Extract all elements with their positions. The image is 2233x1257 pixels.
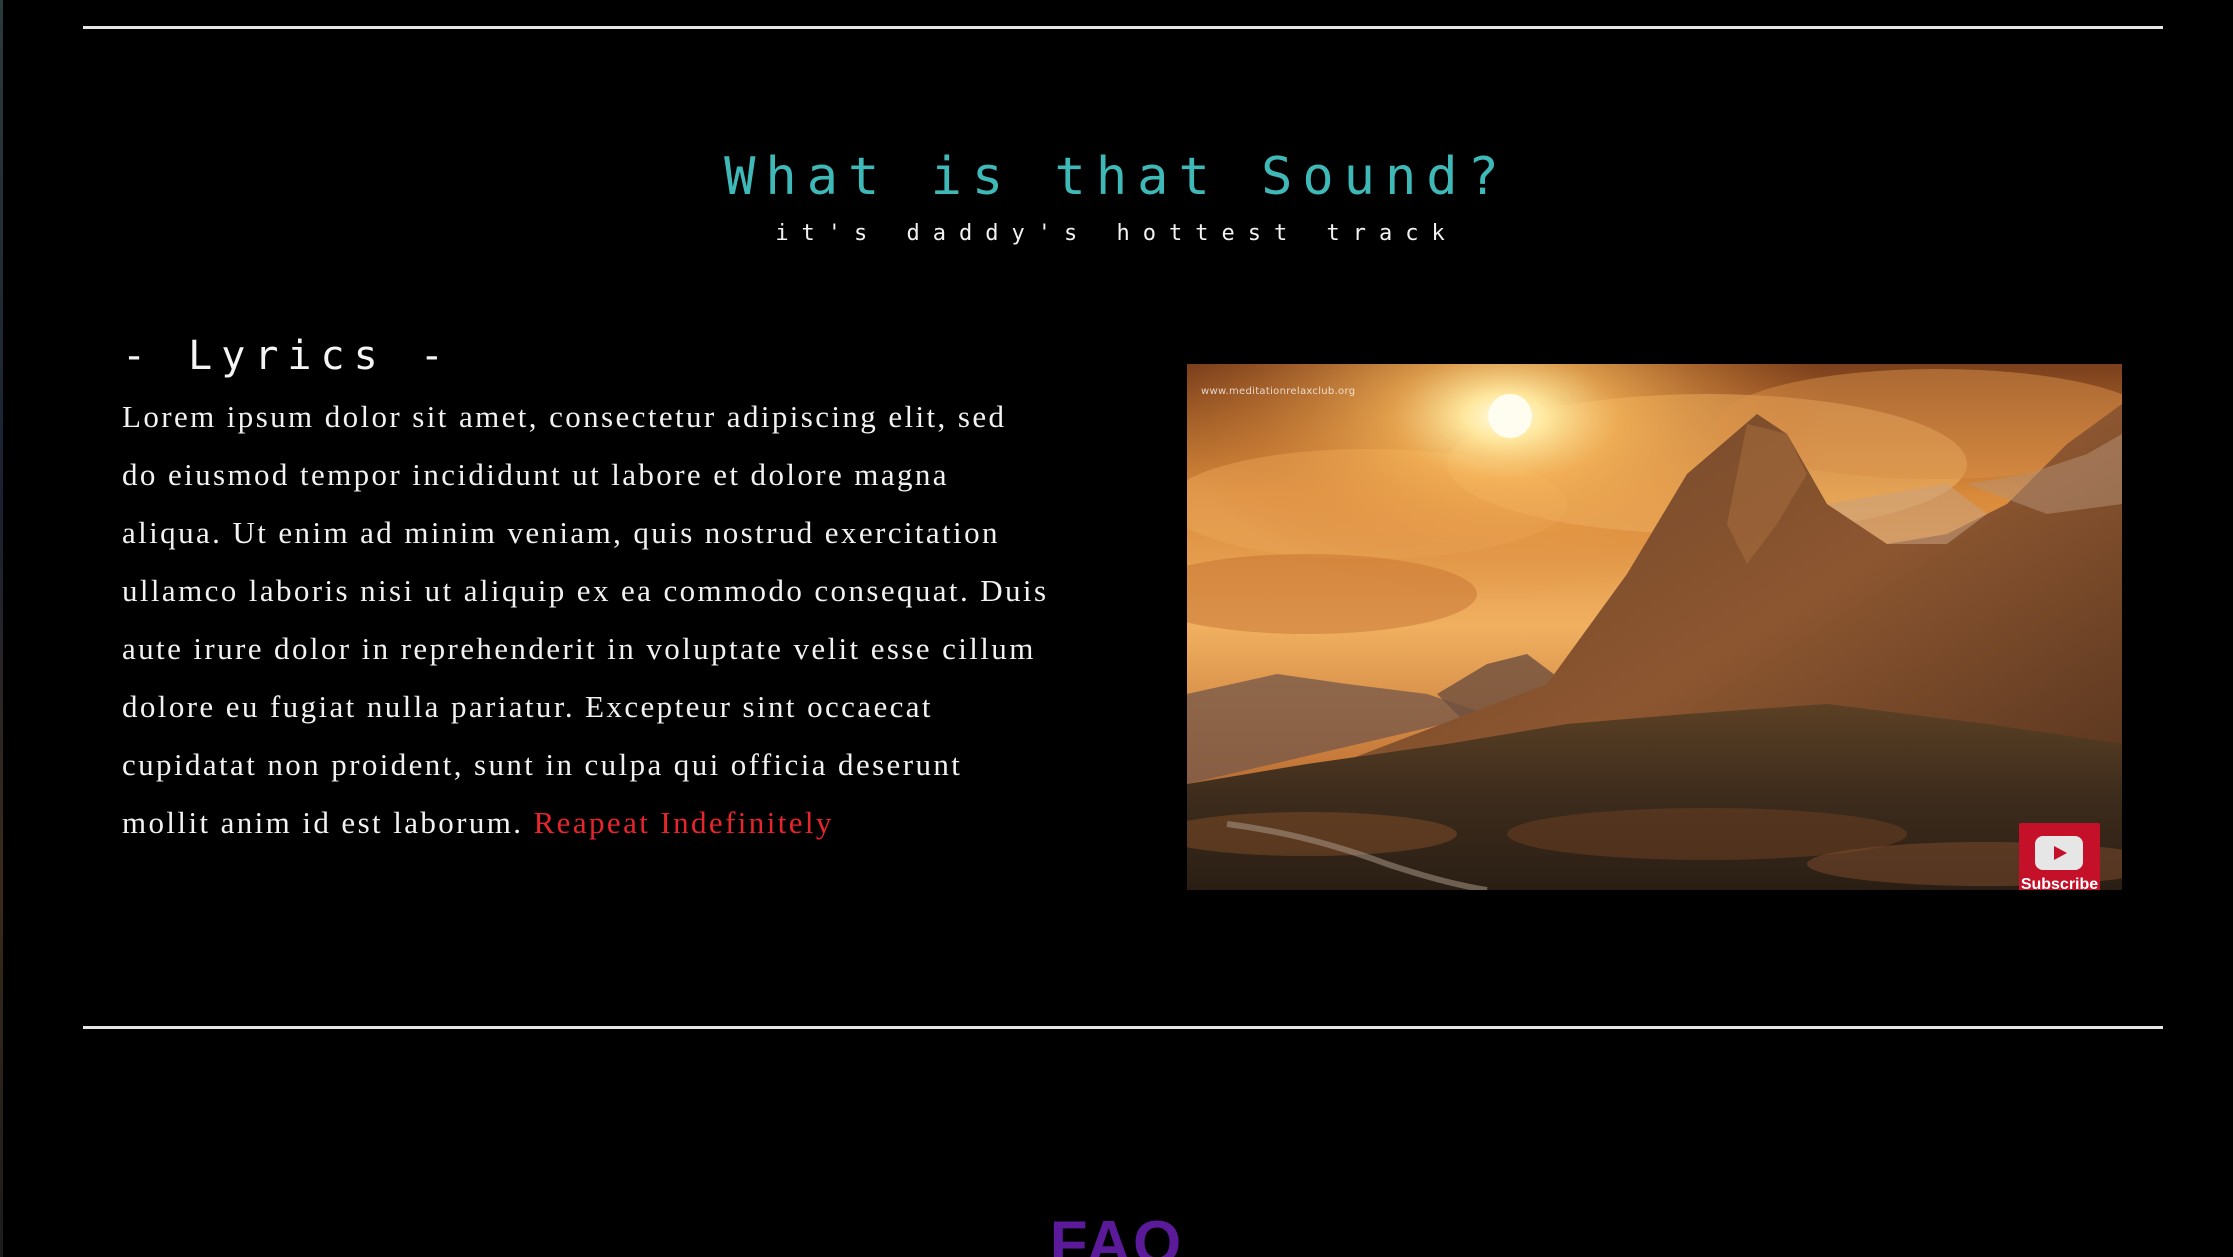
subscribe-label: Subscribe <box>2020 876 2099 890</box>
faq-heading: FAQ <box>1049 1209 1184 1257</box>
bottom-divider <box>83 1026 2163 1029</box>
lyrics-text: Lorem ipsum dolor sit amet, consectetur … <box>122 388 1052 852</box>
video-embed[interactable]: www.meditationrelaxclub.org Subscribe <box>1187 364 2122 890</box>
youtube-play-icon <box>2035 836 2083 870</box>
video-thumbnail-mountain-sunset <box>1187 364 2122 890</box>
section-title: What is that Sound? <box>724 147 1509 207</box>
section-subtitle: it's daddy's hottest track <box>775 221 1458 246</box>
video-watermark: www.meditationrelaxclub.org <box>1201 386 1356 397</box>
top-divider <box>83 26 2163 29</box>
lyrics-heading: - Lyrics - <box>122 333 453 379</box>
subscribe-button[interactable]: Subscribe <box>2019 823 2100 890</box>
lyrics-paragraph: Lorem ipsum dolor sit amet, consectetur … <box>122 399 1049 840</box>
repeat-indefinitely-link[interactable]: Reapeat Indefinitely <box>534 805 834 840</box>
